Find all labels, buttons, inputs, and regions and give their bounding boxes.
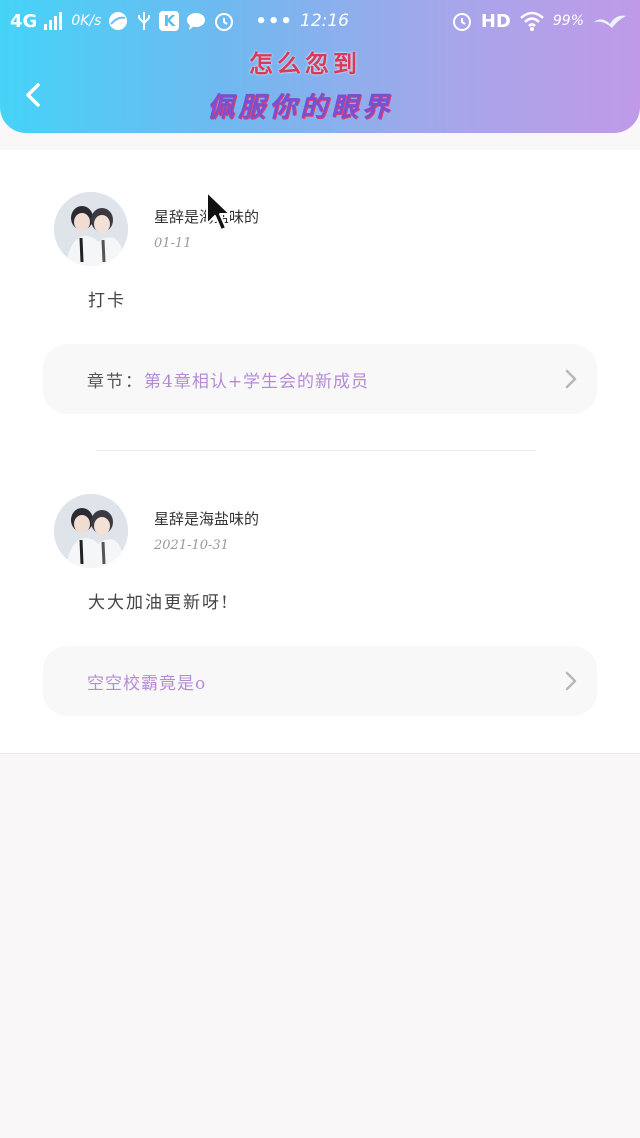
clock: 12:16 bbox=[300, 11, 349, 31]
avatar[interactable] bbox=[54, 192, 128, 266]
battery-level: 99% bbox=[552, 13, 584, 29]
comment-text: 大大加油更新呀! bbox=[88, 593, 230, 613]
chevron-right-icon bbox=[565, 369, 577, 389]
avatar-image bbox=[54, 494, 128, 568]
logo-line-2: 佩服你的眼界 bbox=[207, 92, 393, 123]
chevron-right-icon bbox=[565, 671, 577, 691]
chapter-link[interactable]: 章节： 第4章相认+学生会的新成员 bbox=[43, 344, 597, 414]
usb-icon bbox=[138, 12, 151, 30]
mouse-cursor-icon bbox=[206, 191, 231, 231]
hd-label: HD bbox=[480, 10, 511, 32]
signal-icon bbox=[44, 12, 63, 30]
k-app-icon: K bbox=[159, 11, 180, 31]
network-label: 4G bbox=[10, 10, 38, 32]
more-notifications-icon: ••• bbox=[255, 10, 293, 32]
wifi-icon bbox=[520, 11, 544, 31]
comment-list: 星辞是海盐味的 01-11 打卡 章节： 第4章相认+学生会的新成员 bbox=[0, 150, 640, 753]
message-icon bbox=[187, 13, 206, 30]
browser-icon bbox=[109, 12, 128, 30]
avatar[interactable] bbox=[54, 494, 128, 568]
logo-line-1: 怎么忽到 bbox=[249, 49, 361, 78]
chapter-title: 空空校霸竟是o bbox=[87, 673, 207, 694]
comment-date: 2021-10-31 bbox=[154, 538, 229, 553]
alarm-icon bbox=[215, 13, 234, 31]
username[interactable]: 星辞是海盐味的 bbox=[154, 508, 259, 529]
header-bar: 4G 0K/s K ••• 12:16 HD 99% 怎么忽到 佩服你的眼界 bbox=[0, 0, 640, 133]
chapter-prefix: 章节： bbox=[87, 371, 144, 392]
comment-text: 打卡 bbox=[88, 291, 126, 311]
avatar-image bbox=[54, 192, 128, 266]
divider bbox=[0, 753, 640, 754]
divider bbox=[96, 450, 536, 451]
app-logo: 怎么忽到 佩服你的眼界 bbox=[0, 44, 640, 124]
alarm-clock-icon bbox=[452, 13, 471, 31]
chapter-title: 第4章相认+学生会的新成员 bbox=[144, 371, 370, 392]
network-speed: 0K/s bbox=[71, 13, 102, 29]
bird-icon bbox=[594, 15, 626, 28]
comment-date: 01-11 bbox=[154, 236, 192, 251]
chapter-link[interactable]: 空空校霸竟是o bbox=[43, 646, 597, 716]
status-bar: 4G 0K/s K ••• 12:16 HD 99% bbox=[0, 0, 640, 44]
